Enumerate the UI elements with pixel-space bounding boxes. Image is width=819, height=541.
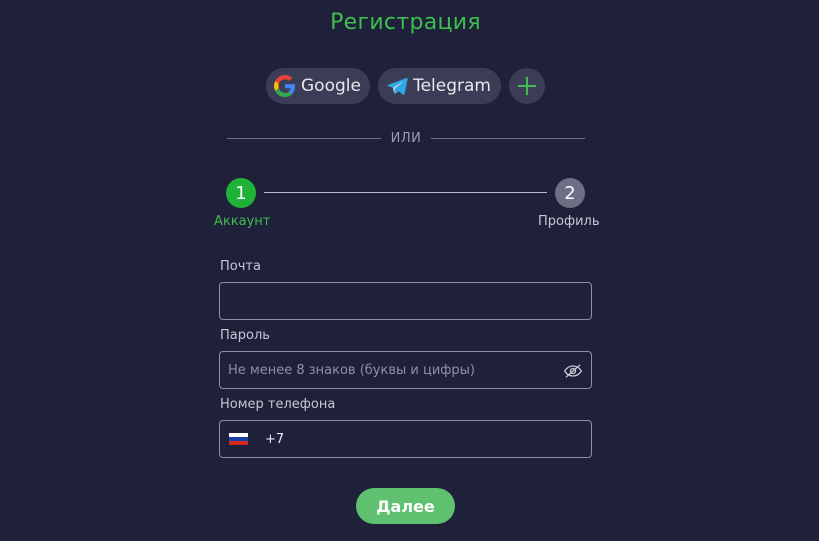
more-login-options-button[interactable] (509, 68, 545, 104)
google-login-label: Google (301, 76, 361, 96)
google-login-button[interactable]: Google (266, 68, 370, 104)
next-button[interactable]: Далее (356, 488, 455, 524)
step-1-indicator: 1 (226, 178, 256, 208)
step-2-indicator: 2 (555, 178, 585, 208)
or-divider: ИЛИ (227, 131, 586, 146)
telegram-login-button[interactable]: Telegram (378, 68, 501, 104)
email-field[interactable] (220, 283, 591, 319)
registration-stepper: 1 2 Аккаунт Профиль (211, 178, 611, 238)
password-field-container (219, 351, 592, 389)
social-login-row: Google Telegram (266, 68, 545, 104)
step-1-label: Аккаунт (214, 214, 271, 229)
telegram-icon (386, 74, 408, 98)
telegram-login-label: Telegram (413, 76, 491, 96)
step-2-label: Профиль (538, 214, 600, 229)
google-icon (274, 74, 296, 98)
phone-label: Номер телефона (220, 397, 336, 412)
plus-icon (518, 77, 536, 95)
password-field[interactable] (220, 352, 591, 388)
phone-field[interactable] (284, 421, 591, 457)
divider-line-right (431, 138, 586, 139)
eye-slash-icon[interactable] (563, 361, 583, 381)
password-label: Пароль (220, 328, 270, 343)
phone-field-container: +7 (219, 420, 592, 458)
divider-text: ИЛИ (390, 131, 422, 146)
email-label: Почта (220, 259, 261, 274)
stepper-connector (264, 192, 547, 193)
email-field-container (219, 282, 592, 320)
page-title: Регистрация (330, 10, 481, 35)
phone-country-code: +7 (265, 431, 285, 447)
divider-line-left (227, 138, 381, 139)
russia-flag-icon[interactable] (229, 432, 248, 446)
